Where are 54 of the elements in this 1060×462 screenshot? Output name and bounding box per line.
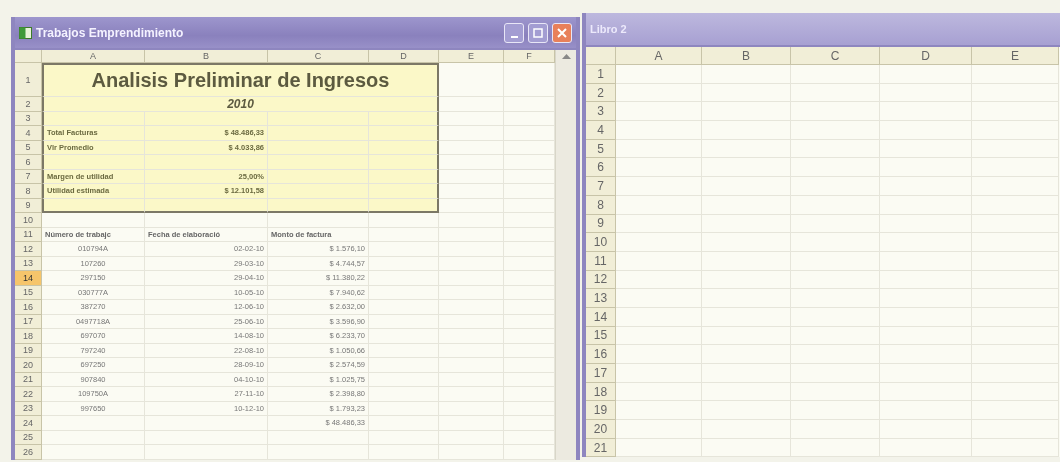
sheet-cell[interactable] xyxy=(369,126,439,141)
row-header[interactable]: 12 xyxy=(15,242,42,257)
row-header[interactable]: 7 xyxy=(586,177,616,196)
select-all-corner[interactable] xyxy=(586,47,616,65)
row-header[interactable]: 10 xyxy=(15,213,42,228)
column-header[interactable]: B xyxy=(145,50,268,63)
row-header[interactable]: 6 xyxy=(15,155,42,170)
row-header[interactable]: 20 xyxy=(15,358,42,373)
sheet-cell[interactable] xyxy=(369,184,439,199)
column-header[interactable]: E xyxy=(972,47,1059,65)
spreadsheet-icon xyxy=(19,26,32,39)
sheet-cell[interactable] xyxy=(369,155,439,170)
column-header[interactable]: A xyxy=(616,47,702,65)
column-header[interactable]: F xyxy=(504,50,555,63)
row-header[interactable]: 16 xyxy=(15,300,42,315)
minimize-icon xyxy=(510,35,518,38)
column-header[interactable]: D xyxy=(880,47,972,65)
row-header[interactable]: 10 xyxy=(586,233,616,252)
row-header[interactable]: 8 xyxy=(15,184,42,199)
up-arrow-icon[interactable] xyxy=(561,53,571,59)
maximize-icon xyxy=(533,27,543,38)
row-header[interactable]: 4 xyxy=(586,121,616,140)
row-header[interactable]: 6 xyxy=(586,158,616,178)
column-header[interactable]: E xyxy=(439,50,504,63)
column-header[interactable]: B xyxy=(702,47,791,65)
select-all-corner[interactable] xyxy=(15,50,42,63)
column-header[interactable]: A xyxy=(42,50,145,63)
row-header[interactable]: 14 xyxy=(15,271,42,286)
row-header[interactable]: 16 xyxy=(586,345,616,364)
window-title: Libro 2 xyxy=(590,23,628,35)
row-header[interactable]: 4 xyxy=(15,126,42,141)
row-header[interactable]: 20 xyxy=(586,420,616,439)
vertical-scrollbar[interactable] xyxy=(555,50,576,460)
row-header[interactable]: 26 xyxy=(15,445,42,460)
row-header[interactable]: 3 xyxy=(586,102,616,122)
column-header[interactable]: C xyxy=(791,47,880,65)
row-header[interactable]: 13 xyxy=(586,289,616,308)
report-title: Analisis Preliminar de Ingresos xyxy=(42,63,439,97)
window-title: Trabajos Emprendimiento xyxy=(36,25,185,40)
column-header[interactable]: C xyxy=(268,50,369,63)
row-header[interactable]: 18 xyxy=(15,329,42,344)
row-header[interactable]: 24 xyxy=(15,416,42,431)
column-header[interactable]: D xyxy=(369,50,439,63)
minimize-button[interactable] xyxy=(504,22,524,43)
maximize-button[interactable] xyxy=(528,22,548,43)
row-header[interactable]: 1 xyxy=(586,65,616,84)
row-header[interactable]: 1 xyxy=(15,63,42,97)
close-button[interactable] xyxy=(552,22,572,43)
row-header[interactable]: 22 xyxy=(15,387,42,402)
row-header[interactable]: 19 xyxy=(586,401,616,421)
report-year: 2010 xyxy=(42,97,439,112)
row-header[interactable]: 2 xyxy=(15,97,42,112)
row-header[interactable]: 17 xyxy=(586,364,616,383)
close-icon xyxy=(557,27,567,38)
